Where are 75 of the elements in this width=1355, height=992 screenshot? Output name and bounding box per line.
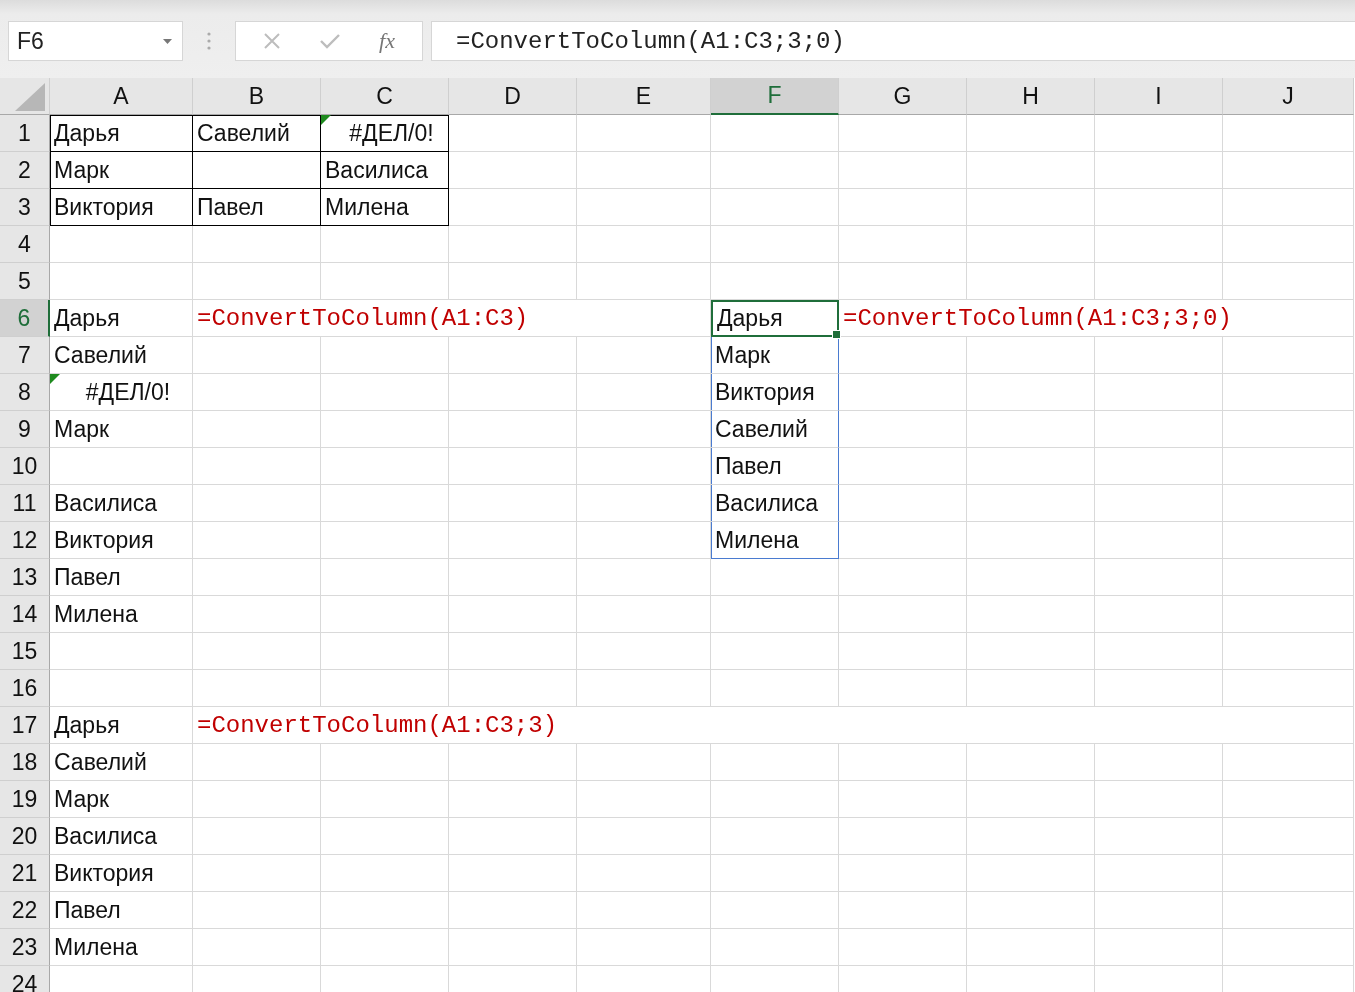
table-cell: Павел — [711, 448, 839, 485]
column-header[interactable]: D — [449, 78, 577, 115]
row-header[interactable]: 16 — [0, 670, 50, 707]
table-cell: Милена — [711, 522, 839, 559]
fill-handle[interactable] — [832, 330, 841, 339]
row-header[interactable]: 8 — [0, 374, 50, 411]
column-header[interactable]: H — [967, 78, 1095, 115]
row-header[interactable]: 18 — [0, 744, 50, 781]
row-header[interactable]: 17 — [0, 707, 50, 744]
table-cell: =ConvertToColumn(A1:C3) — [193, 300, 711, 337]
row-header[interactable]: 23 — [0, 929, 50, 966]
table-cell: Павел — [50, 559, 193, 596]
table-cell: =ConvertToColumn(A1:C3;3;0) — [839, 300, 1354, 337]
name-box[interactable]: F6 — [8, 21, 183, 61]
row-header[interactable]: 24 — [0, 966, 50, 992]
table-cell: Василиса — [50, 485, 193, 522]
row-header[interactable]: 12 — [0, 522, 50, 559]
table-cell: Савелий — [193, 115, 321, 152]
table-cell: Марк — [50, 411, 193, 448]
table-cell: Дарья — [50, 115, 193, 152]
table-cell: Виктория — [50, 522, 193, 559]
table-cell: Милена — [50, 596, 193, 633]
column-header[interactable]: E — [577, 78, 711, 115]
row-header[interactable]: 5 — [0, 263, 50, 300]
column-header[interactable]: G — [839, 78, 967, 115]
column-header[interactable]: C — [321, 78, 449, 115]
row-header[interactable]: 7 — [0, 337, 50, 374]
row-header[interactable]: 11 — [0, 485, 50, 522]
column-header[interactable]: I — [1095, 78, 1223, 115]
row-header[interactable]: 20 — [0, 818, 50, 855]
check-icon[interactable] — [319, 32, 342, 50]
table-cell: =ConvertToColumn(A1:C3;3) — [193, 707, 1354, 744]
row-header[interactable]: 3 — [0, 189, 50, 226]
table-cell: Виктория — [50, 189, 193, 226]
table-cell: Василиса — [711, 485, 839, 522]
error-indicator-icon[interactable] — [50, 374, 60, 384]
table-cell: Павел — [50, 892, 193, 929]
table-cell: Дарья — [50, 707, 193, 744]
column-header[interactable]: B — [193, 78, 321, 115]
row-header[interactable]: 6 — [0, 300, 50, 337]
cell-text: Дарья — [717, 305, 783, 332]
table-cell: Савелий — [50, 744, 193, 781]
table-cell: Виктория — [711, 374, 839, 411]
row-header[interactable]: 4 — [0, 226, 50, 263]
table-cell: Марк — [50, 781, 193, 818]
caret-icon[interactable] — [163, 38, 172, 44]
row-header[interactable]: 2 — [0, 152, 50, 189]
table-cell: Дарья — [50, 300, 193, 337]
table-cell: Милена — [321, 189, 449, 226]
row-header[interactable]: 19 — [0, 781, 50, 818]
table-cell: Павел — [193, 189, 321, 226]
row-header[interactable]: 9 — [0, 411, 50, 448]
grip-icon — [207, 32, 211, 50]
table-cell: Марк — [711, 337, 839, 374]
table-cell: Савелий — [711, 411, 839, 448]
row-header[interactable]: 13 — [0, 559, 50, 596]
table-cell: Василиса — [50, 818, 193, 855]
formula-input[interactable]: =ConvertToColumn(A1:C3;3;0) — [431, 21, 1355, 61]
column-header[interactable]: F — [711, 78, 839, 115]
insert-function-button[interactable]: fx — [379, 28, 395, 54]
column-header[interactable]: J — [1223, 78, 1354, 115]
row-header[interactable]: 1 — [0, 115, 50, 152]
row-header[interactable]: 10 — [0, 448, 50, 485]
table-cell: Василиса — [321, 152, 449, 189]
table-cell: Марк — [50, 152, 193, 189]
table-cell: Савелий — [50, 337, 193, 374]
table-cell: Виктория — [50, 855, 193, 892]
row-header[interactable]: 14 — [0, 596, 50, 633]
column-header[interactable]: A — [50, 78, 193, 115]
row-header[interactable]: 22 — [0, 892, 50, 929]
row-header[interactable]: 15 — [0, 633, 50, 670]
row-header[interactable]: 21 — [0, 855, 50, 892]
table-cell: Милена — [50, 929, 193, 966]
error-value: #ДЕЛ/0! — [84, 378, 172, 406]
error-value: #ДЕЛ/0! — [348, 119, 435, 147]
